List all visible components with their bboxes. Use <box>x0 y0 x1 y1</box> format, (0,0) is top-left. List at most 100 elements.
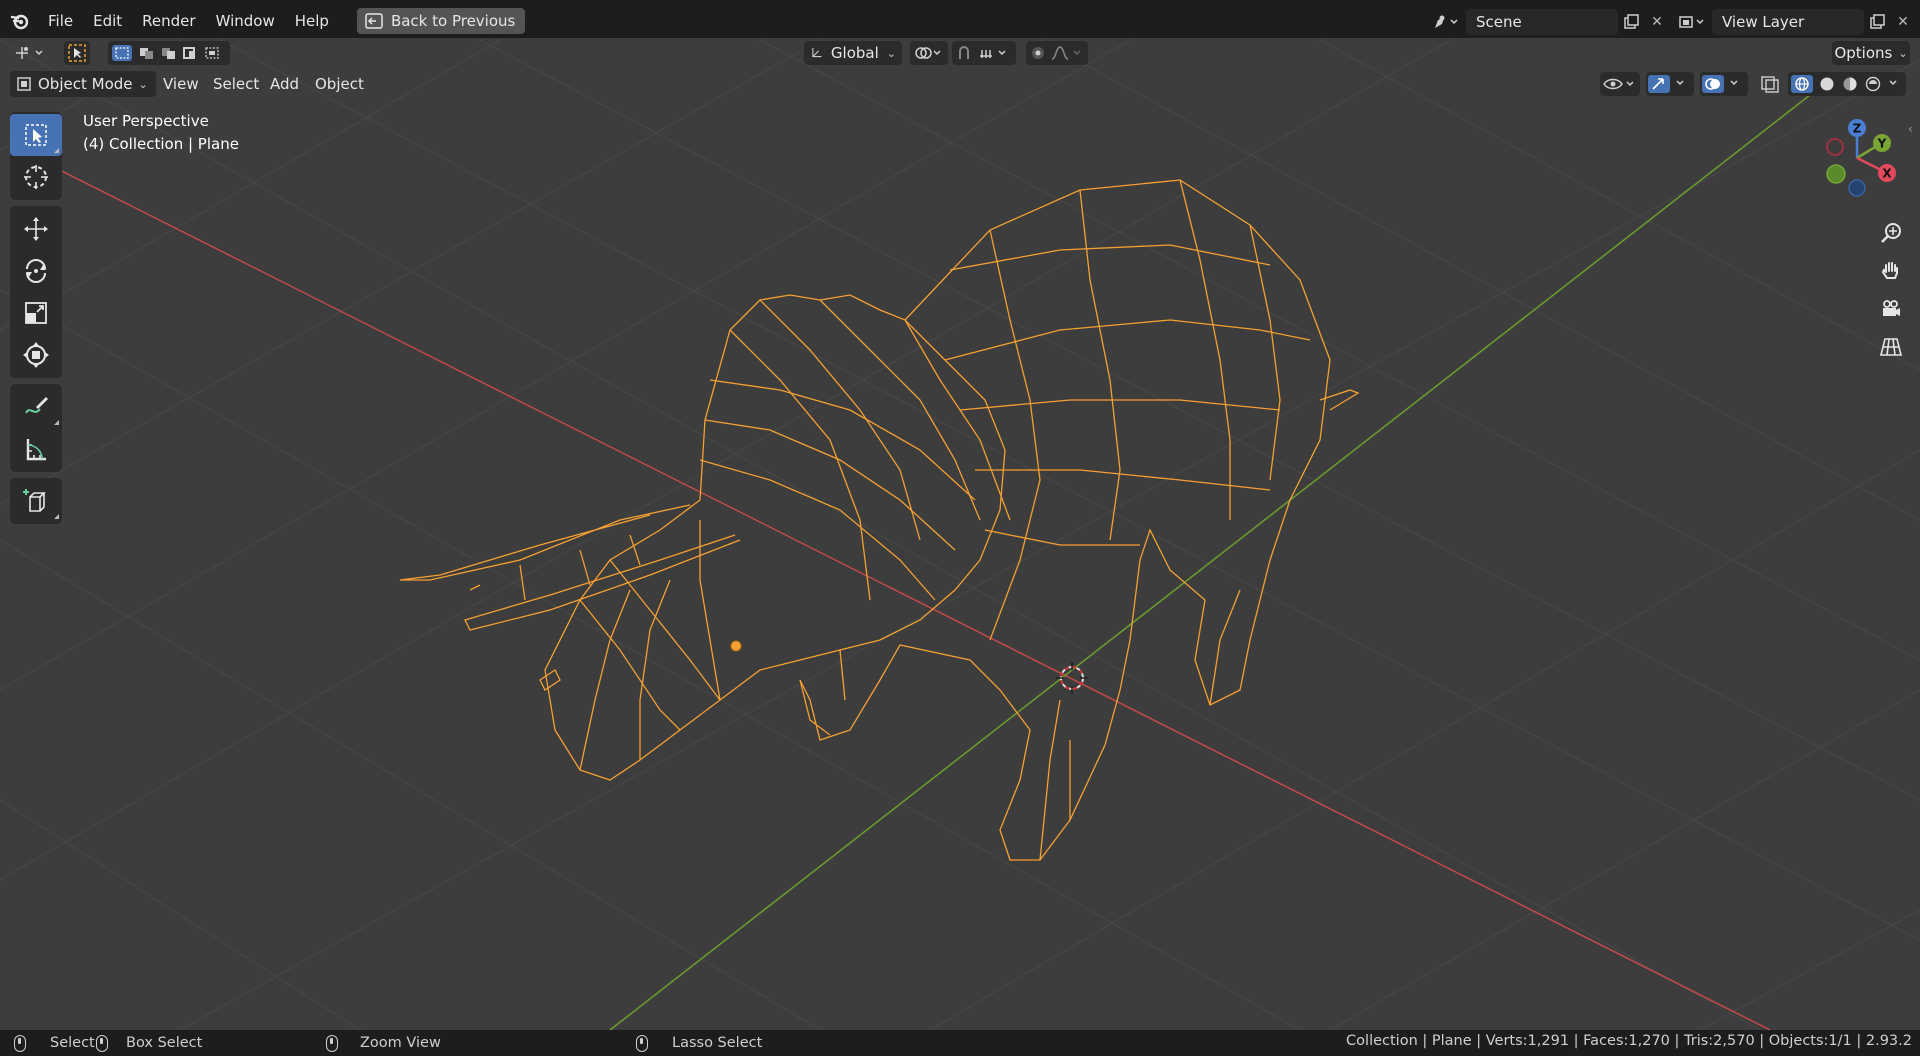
transform-icon <box>23 342 49 368</box>
pivot-icon <box>16 47 43 59</box>
pivot-point-icon <box>915 47 941 59</box>
xray-toggle[interactable] <box>1758 72 1782 96</box>
mouse-right-icon <box>636 1034 648 1052</box>
select-box-icon <box>25 124 47 146</box>
tool-move[interactable] <box>10 208 62 250</box>
scale-icon <box>25 302 47 324</box>
snap-group[interactable] <box>952 41 1016 65</box>
eye-icon <box>1603 78 1634 90</box>
zoom-icon <box>1881 223 1901 243</box>
camera-view-button[interactable] <box>1874 292 1908 326</box>
tool-rotate[interactable] <box>10 250 62 292</box>
object-mode-dropdown[interactable]: Object Mode ⌄ <box>10 71 156 97</box>
active-collection-label: (4) Collection | Plane <box>83 135 239 153</box>
status-box-select-label: Box Select <box>126 1035 203 1051</box>
hand-icon <box>1881 262 1898 279</box>
toggle-projection-button[interactable] <box>1874 330 1908 364</box>
proportional-editing-group[interactable] <box>1026 41 1088 65</box>
object-mode-label: Object Mode <box>38 75 133 93</box>
status-zoom-view: Zoom View <box>326 1033 441 1053</box>
toolbar-group-add <box>10 478 62 524</box>
status-select-label: Select <box>50 1035 95 1051</box>
shading-modes-icon <box>1791 75 1897 93</box>
menu-edit[interactable]: Edit <box>83 8 132 34</box>
sidebar-toggle-arrow-icon[interactable]: ‹ <box>1908 122 1920 138</box>
view-layer-icon[interactable] <box>1672 9 1712 35</box>
tool-select-box[interactable] <box>10 114 62 156</box>
toolbar-group-transform <box>10 206 62 378</box>
scene-name-field[interactable]: Scene <box>1466 9 1618 35</box>
blender-logo-icon[interactable] <box>10 11 30 31</box>
navigation-gizmo[interactable]: Z Y X <box>1812 116 1902 206</box>
status-bar: Select Box Select Zoom View Lasso Select… <box>0 1030 1920 1056</box>
tool-scale[interactable] <box>10 292 62 334</box>
overlays-toggle[interactable] <box>1700 72 1748 96</box>
annotate-icon <box>25 397 48 414</box>
transform-orientation-dropdown[interactable]: Global ⌄ <box>804 41 902 65</box>
orientation-icon <box>812 47 822 58</box>
left-toolbar <box>10 112 62 530</box>
xray-icon <box>1761 76 1779 93</box>
overlays-icon <box>1702 75 1738 93</box>
new-view-layer-icon[interactable] <box>1864 9 1890 35</box>
viewport-menu-object[interactable]: Object <box>315 71 364 97</box>
tool-annotate[interactable] <box>10 386 62 428</box>
viewport-canvas[interactable] <box>0 38 1920 1030</box>
pivot-point-dropdown[interactable] <box>910 41 948 65</box>
viewport-menu-view[interactable]: View <box>163 71 199 97</box>
menu-help[interactable]: Help <box>285 8 339 34</box>
menu-file[interactable]: File <box>38 8 83 34</box>
viewport-header: Object Mode ⌄ View Select Add Object <box>0 69 1920 99</box>
close-view-layer-icon[interactable]: ✕ <box>1890 9 1916 35</box>
tool-transform[interactable] <box>10 334 62 376</box>
menu-window[interactable]: Window <box>206 8 285 34</box>
visibility-dropdown[interactable] <box>1600 72 1640 96</box>
status-lasso-select-label: Lasso Select <box>672 1035 763 1051</box>
mouse-left-icon <box>14 1034 26 1052</box>
select-cursor-icon <box>68 44 86 62</box>
status-select: Select <box>14 1033 95 1053</box>
status-zoom-view-label: Zoom View <box>360 1035 441 1051</box>
menu-render[interactable]: Render <box>132 8 205 34</box>
status-lasso-select: Lasso Select <box>636 1033 762 1053</box>
tool-cursor[interactable] <box>10 156 62 198</box>
selection-modes-icon <box>112 45 219 61</box>
select-mode-button[interactable] <box>64 41 90 65</box>
zoom-view-button[interactable] <box>1874 216 1908 250</box>
viewport-menu-add[interactable]: Add <box>270 71 299 97</box>
transform-pivot-dropdown[interactable] <box>10 41 50 65</box>
x-axis-line <box>29 154 1771 1030</box>
eye <box>730 640 742 652</box>
selection-mode-group[interactable] <box>108 41 230 65</box>
neg-x-handle <box>1826 138 1844 156</box>
back-to-previous-label: Back to Previous <box>390 12 516 30</box>
grid-perspective-icon <box>1879 338 1903 356</box>
viewport-menu-select[interactable]: Select <box>213 71 259 97</box>
view-layer-selector[interactable]: View Layer ✕ <box>1672 9 1916 35</box>
back-to-previous-button[interactable]: Back to Previous <box>356 8 526 34</box>
options-label: Options <box>1834 44 1893 62</box>
toolbar-group-annotate <box>10 384 62 472</box>
shading-mode-group[interactable] <box>1788 72 1906 96</box>
camera-icon <box>1883 300 1900 316</box>
pan-view-button[interactable] <box>1874 254 1908 288</box>
tool-measure[interactable] <box>10 428 62 470</box>
scene-icon[interactable] <box>1426 9 1466 35</box>
scene-selector[interactable]: Scene ✕ <box>1426 9 1670 35</box>
back-icon <box>365 13 383 29</box>
neg-y-handle <box>1826 164 1846 184</box>
new-scene-icon[interactable] <box>1618 9 1644 35</box>
close-scene-icon[interactable]: ✕ <box>1644 9 1670 35</box>
gizmo-y-label: Y <box>1877 137 1887 151</box>
transform-orientation-label: Global <box>830 44 879 62</box>
options-dropdown[interactable]: Options ⌄ <box>1832 41 1910 65</box>
3d-viewport[interactable]: Global ⌄ Options ⌄ Object Mode ⌄ View Se… <box>0 38 1920 1030</box>
tool-add-cube[interactable] <box>10 480 62 522</box>
gizmo-icon <box>1648 75 1684 93</box>
mouse-drag-icon <box>96 1034 108 1052</box>
view-layer-field[interactable]: View Layer <box>1712 9 1864 35</box>
add-cube-icon <box>23 489 46 512</box>
chevron-down-icon: ⌄ <box>886 46 896 60</box>
gizmo-toggle[interactable] <box>1646 72 1694 96</box>
move-icon <box>24 217 48 241</box>
